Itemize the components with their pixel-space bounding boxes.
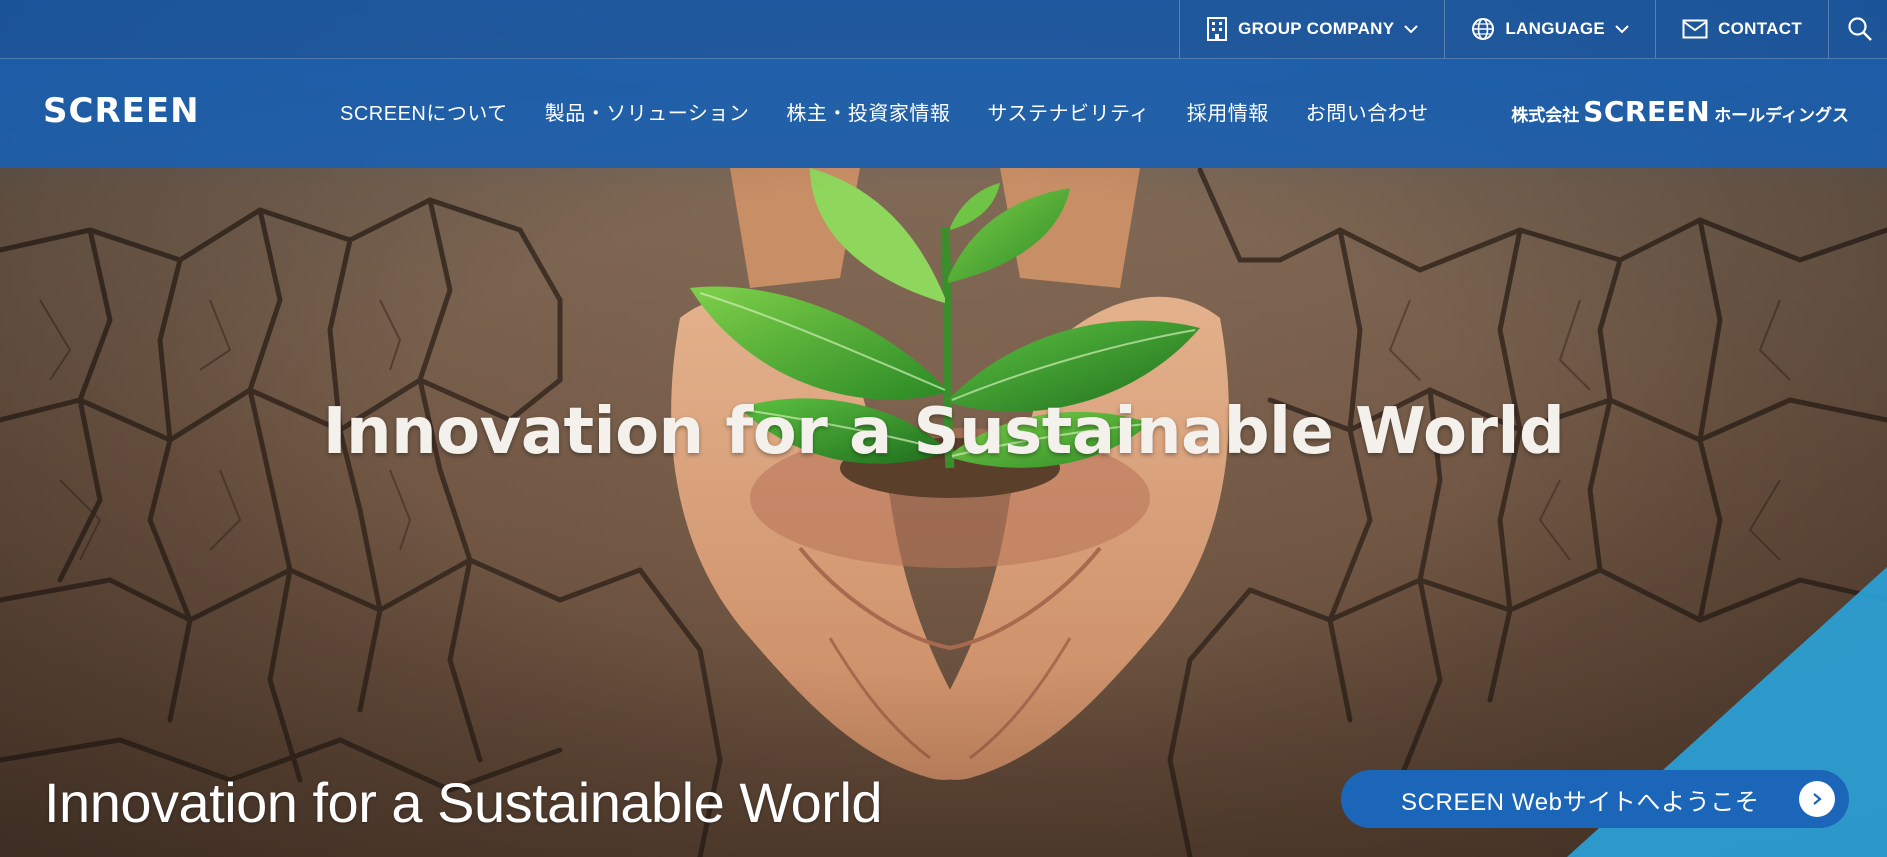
contact-label: CONTACT — [1718, 19, 1802, 38]
group-company-label: GROUP COMPANY — [1238, 19, 1395, 38]
holdings-prefix: 株式会社 — [1511, 106, 1580, 125]
global-nav: SCREENについて 製品・ソリューション 株主・投資家情報 サステナビリティ … — [340, 97, 1466, 126]
nav-item-about[interactable]: SCREENについて — [340, 97, 508, 126]
holdings-brand: SCREEN — [1583, 95, 1711, 128]
holdings-suffix: ホールディングス — [1714, 106, 1849, 125]
building-icon — [1206, 17, 1228, 41]
utility-bar: GROUP COMPANY LANGUAGE CONTACT — [0, 0, 1887, 59]
mail-icon — [1682, 19, 1708, 39]
chevron-down-icon — [1615, 24, 1629, 34]
main-header: SCREEN SCREENについて 製品・ソリューション 株主・投資家情報 サス… — [0, 59, 1887, 168]
hero-caption: Innovation for a Sustainable World — [44, 771, 883, 834]
arrow-right-icon — [1799, 781, 1835, 817]
nav-item-sustainability[interactable]: サステナビリティ — [987, 97, 1149, 126]
language-label: LANGUAGE — [1505, 19, 1606, 38]
contact-link[interactable]: CONTACT — [1655, 0, 1828, 58]
nav-item-careers[interactable]: 採用情報 — [1187, 97, 1269, 126]
search-button[interactable] — [1828, 0, 1887, 58]
group-company-menu[interactable]: GROUP COMPANY — [1179, 0, 1444, 58]
chevron-down-icon — [1404, 24, 1419, 34]
hero-headline: Innovation for a Sustainable World — [322, 395, 1565, 469]
search-icon — [1847, 16, 1873, 42]
nav-item-products[interactable]: 製品・ソリューション — [545, 97, 750, 126]
nav-item-investors[interactable]: 株主・投資家情報 — [786, 97, 950, 126]
language-menu[interactable]: LANGUAGE — [1444, 0, 1655, 58]
nav-item-contact[interactable]: お問い合わせ — [1306, 97, 1429, 126]
holdings-logo-link[interactable]: 株式会社 SCREEN ホールディングス — [1511, 95, 1849, 128]
globe-icon — [1471, 17, 1495, 41]
welcome-button[interactable]: SCREEN Webサイトへようこそ — [1341, 770, 1849, 828]
welcome-label: SCREEN Webサイトへようこそ — [1401, 788, 1760, 816]
screen-logo[interactable]: SCREEN — [43, 91, 200, 131]
